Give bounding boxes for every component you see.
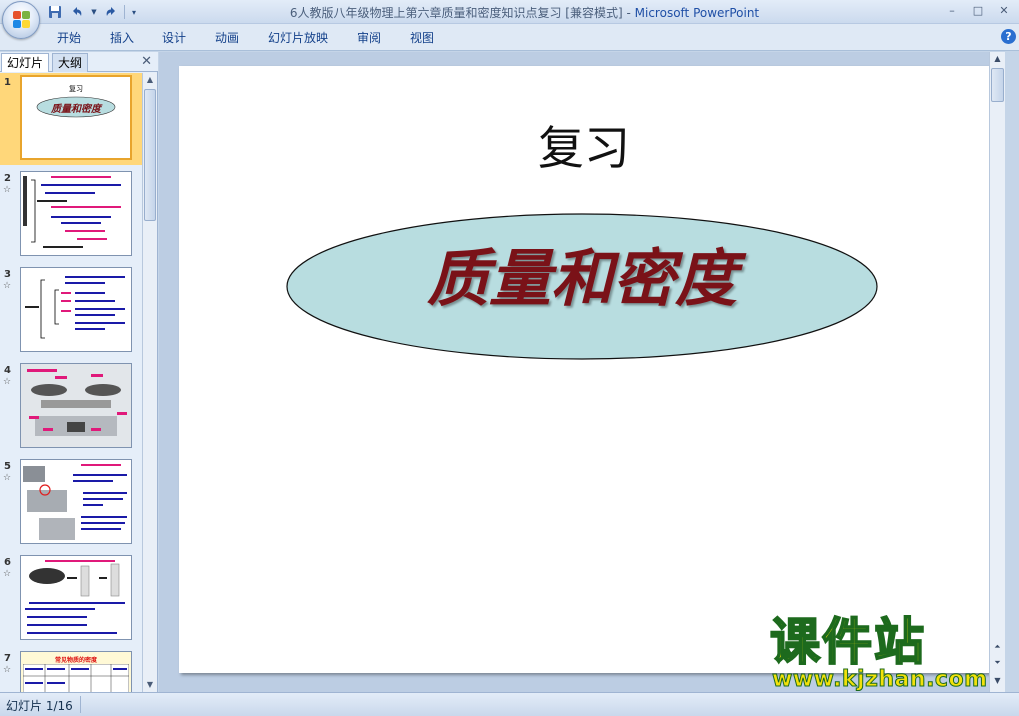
thumbnail-steps-graphic <box>23 464 127 540</box>
close-icon[interactable]: ✕ <box>141 54 152 69</box>
document-title: 6人教版八年级物理上第六章质量和密度知识点复习 [兼容模式] - <box>289 6 635 20</box>
thumbnail-slide-3[interactable]: 3 ☆ <box>0 265 142 357</box>
thumbnail-slide-6[interactable]: 6 ☆ <box>0 553 142 645</box>
thumbnail-title: 常见物质的密度 <box>54 657 97 664</box>
status-separator <box>80 696 81 713</box>
thumbnail-number: 1 <box>4 77 11 88</box>
slides-panel: 幻灯片 大纲 ✕ 1 复习 质量和密度 2 ☆ 3 ☆ 4 ☆ 5 ☆ 6 ☆ … <box>0 52 158 693</box>
thumbnail-preview <box>20 459 132 544</box>
tab-animation[interactable]: 动画 <box>215 29 239 46</box>
close-button[interactable]: ✕ <box>991 1 1017 19</box>
tab-outline[interactable]: 大纲 <box>52 53 89 72</box>
thumbnail-preview: 常见物质的密度 <box>20 651 132 693</box>
scrollbar-thumb[interactable] <box>144 89 156 221</box>
scrollbar-thumb[interactable] <box>991 68 1004 102</box>
thumbnail-slide-1[interactable]: 1 复习 质量和密度 <box>0 73 142 165</box>
previous-slide-icon[interactable]: ⏶ <box>990 640 1005 654</box>
panel-tabs: 幻灯片 大纲 ✕ <box>0 52 158 72</box>
thumbnail-preview <box>20 267 132 352</box>
thumbnail-scrollbar[interactable]: ▲ ▼ <box>142 73 157 692</box>
scroll-down-icon[interactable]: ▼ <box>143 678 157 692</box>
tab-view[interactable]: 视图 <box>410 29 434 46</box>
thumbnail-table-graphic <box>23 664 129 693</box>
animation-star-icon: ☆ <box>3 281 12 291</box>
thumbnail-mindmap-graphic <box>23 176 121 248</box>
thumbnail-slide-2[interactable]: 2 ☆ <box>0 169 142 261</box>
thumbnail-title: 复习 <box>69 85 83 93</box>
scroll-up-icon[interactable]: ▲ <box>990 52 1005 66</box>
window-controls: – □ ✕ <box>939 1 1017 19</box>
thumbnail-slide-7[interactable]: 7 ☆ 常见物质的密度 <box>0 649 142 693</box>
tab-home[interactable]: 开始 <box>57 29 81 46</box>
slide-main-text[interactable]: 质量和密度 <box>285 228 879 318</box>
tab-review[interactable]: 审阅 <box>357 29 381 46</box>
thumbnail-balance-photo <box>21 364 131 447</box>
watermark-url: www.kjzhan.com <box>772 667 988 693</box>
thumbnail-number: 4 <box>4 365 11 376</box>
thumbnail-number: 6 <box>4 557 11 568</box>
thumbnail-number: 3 <box>4 269 11 280</box>
status-bar: 幻灯片 1/16 <box>0 692 1019 716</box>
maximize-button[interactable]: □ <box>965 1 991 19</box>
tab-design[interactable]: 设计 <box>162 29 186 46</box>
tab-insert[interactable]: 插入 <box>110 29 134 46</box>
next-slide-icon[interactable]: ⏷ <box>990 656 1005 670</box>
thumbnail-preview <box>20 555 132 640</box>
slide-counter: 幻灯片 1/16 <box>6 699 73 713</box>
tab-slideshow[interactable]: 幻灯片放映 <box>268 29 328 46</box>
animation-star-icon: ☆ <box>3 569 12 579</box>
slide-title[interactable]: 复习 <box>179 112 989 178</box>
thumbnail-preview <box>20 363 132 448</box>
slide-scrollbar[interactable]: ▲ ⏶ ⏷ ▼ <box>989 52 1005 692</box>
thumbnail-slide-5[interactable]: 5 ☆ <box>0 457 142 549</box>
scroll-down-icon[interactable]: ▼ <box>990 674 1005 688</box>
animation-star-icon: ☆ <box>3 473 12 483</box>
animation-star-icon: ☆ <box>3 185 12 195</box>
ribbon-tabs: 开始 插入 设计 动画 幻灯片放映 审阅 视图 ? <box>0 24 1019 51</box>
thumbnail-preview <box>20 171 132 256</box>
animation-star-icon: ☆ <box>3 377 12 387</box>
tab-slides[interactable]: 幻灯片 <box>1 53 50 72</box>
slide-canvas[interactable]: 复习 质量和密度 <box>179 66 989 673</box>
scroll-up-icon[interactable]: ▲ <box>143 73 157 87</box>
minimize-button[interactable]: – <box>939 1 965 19</box>
thumbnail-number: 5 <box>4 461 11 472</box>
watermark-logo: 课件站 <box>769 612 926 672</box>
thumbnail-list: 1 复习 质量和密度 2 ☆ 3 ☆ 4 ☆ 5 ☆ 6 ☆ 7 ☆ 常见物质的… <box>0 73 142 693</box>
thumbnail-main-text: 质量和密度 <box>51 104 101 115</box>
slide-editing-area: 复习 质量和密度 ▲ ⏶ ⏷ ▼ <box>159 52 1005 692</box>
thumbnail-slide-4[interactable]: 4 ☆ <box>0 361 142 453</box>
thumbnail-number: 7 <box>4 653 11 664</box>
office-button[interactable] <box>2 1 40 39</box>
window-title: 6人教版八年级物理上第六章质量和密度知识点复习 [兼容模式] - Microso… <box>0 4 1019 21</box>
animation-star-icon: ☆ <box>3 665 12 675</box>
thumbnail-outline-graphic <box>25 276 125 339</box>
title-bar: ▼ ▾ 6人教版八年级物理上第六章质量和密度知识点复习 [兼容模式] - Mic… <box>0 0 1019 24</box>
thumbnail-experiment-graphic <box>25 560 125 634</box>
thumbnail-preview: 复习 质量和密度 <box>20 75 132 160</box>
office-logo-icon <box>13 11 31 29</box>
app-name: Microsoft PowerPoint <box>634 6 760 20</box>
help-icon[interactable]: ? <box>1001 29 1016 44</box>
thumbnail-number: 2 <box>4 173 11 184</box>
